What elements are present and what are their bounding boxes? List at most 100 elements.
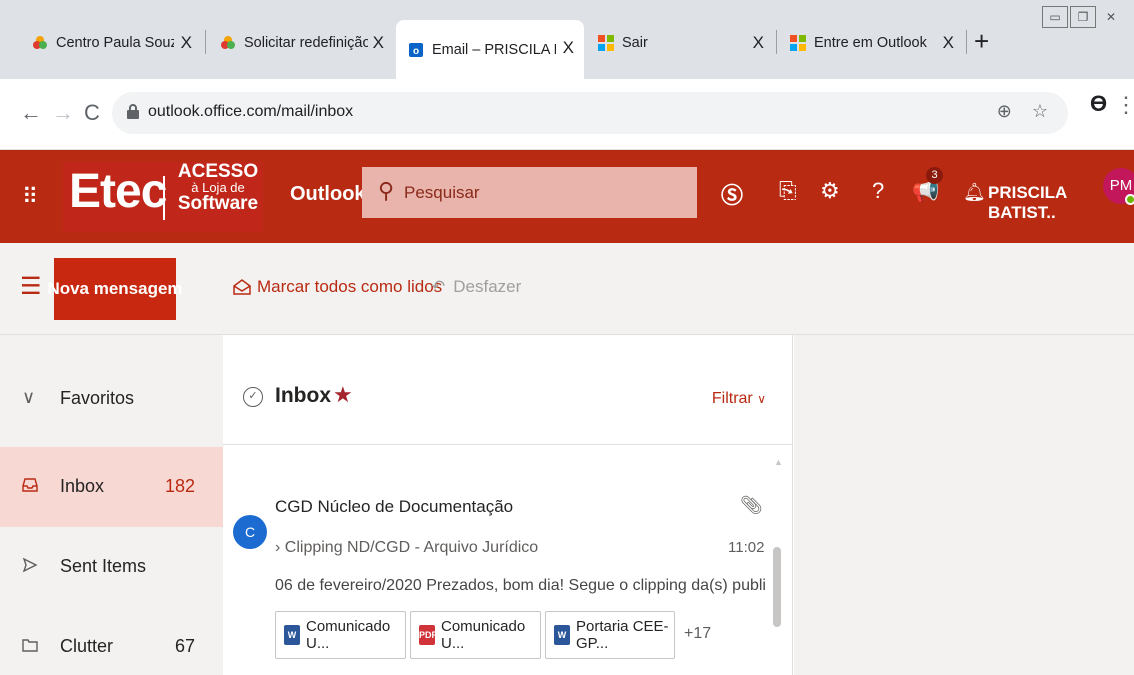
scrollbar-thumb[interactable] xyxy=(773,547,781,627)
address-bar[interactable]: outlook.office.com/mail/inbox ⊕ ☆ xyxy=(112,92,1068,134)
svg-text:o: o xyxy=(413,46,419,57)
attachment-paperclip-icon: 📎︎ xyxy=(740,495,763,515)
reading-pane xyxy=(794,335,1134,675)
cps-icon xyxy=(221,36,235,49)
browser-tab-sair[interactable]: Sair X xyxy=(586,20,774,66)
feed-icon[interactable]: ⎘ xyxy=(779,178,797,204)
scroll-up-icon[interactable]: ▲ xyxy=(774,457,783,467)
message-list-header: ✓ Inbox ★ Filtrar ∨ xyxy=(223,335,792,445)
settings-gear-icon[interactable]: ⚙ xyxy=(820,178,840,204)
forward-button[interactable]: → xyxy=(52,100,74,126)
notification-badge: 3 xyxy=(926,167,943,184)
word-file-icon: W xyxy=(554,625,570,645)
app-launcher-icon[interactable]: ⠿ xyxy=(22,184,38,210)
expand-thread-icon[interactable]: › xyxy=(275,539,280,556)
tab-title: Solicitar redefinição de s xyxy=(244,35,368,51)
close-window-icon[interactable]: ✕ xyxy=(1098,6,1124,28)
app-name[interactable]: Outlook xyxy=(290,183,366,206)
attachment-chip[interactable]: W Portaria CEE-GP... xyxy=(545,611,675,659)
software-store-banner[interactable]: ACESSO à Loja de Software xyxy=(173,162,263,213)
cps-icon xyxy=(33,36,47,49)
chevron-down-icon: ∨ xyxy=(757,392,766,406)
select-all-checkbox[interactable]: ✓ xyxy=(243,387,263,407)
microsoft-icon xyxy=(598,35,614,51)
search-icon: ⚲ xyxy=(378,178,395,203)
browser-tab-entre-em-outlook[interactable]: Entre em Outlook X xyxy=(778,20,964,66)
tab-title: Centro Paula Souza & M xyxy=(56,35,174,51)
chevron-down-icon[interactable]: ∨ xyxy=(22,387,35,408)
tab-title: Entre em Outlook xyxy=(814,35,927,51)
word-file-icon: W xyxy=(284,625,300,645)
pdf-file-icon: PDF xyxy=(419,625,437,645)
banner-line1: ACESSO xyxy=(177,161,259,182)
presence-indicator xyxy=(1125,194,1134,205)
mark-all-read-button[interactable]: Marcar todos como lidos xyxy=(233,277,442,297)
lock-icon xyxy=(127,104,139,119)
restore-icon[interactable]: ❐ xyxy=(1070,6,1096,28)
tab-divider xyxy=(205,30,206,54)
attachment-name: Comunicado U... xyxy=(306,618,391,652)
new-message-button[interactable]: Nova mensagem xyxy=(47,258,183,320)
sidebar-item-sent[interactable]: Sent Items xyxy=(0,527,223,607)
bell-icon[interactable]: 🔔︎ xyxy=(963,182,986,203)
close-tab-icon[interactable]: X xyxy=(181,33,192,53)
search-input[interactable]: Pesquisar xyxy=(404,183,480,203)
logo-divider xyxy=(163,176,165,220)
back-button[interactable]: ← xyxy=(20,100,42,126)
inbox-icon xyxy=(22,478,38,492)
undo-icon: ↶ xyxy=(431,277,446,296)
folder-icon xyxy=(22,639,38,652)
etec-logo[interactable]: Etec ACESSO à Loja de Software xyxy=(63,162,263,232)
attachment-chip[interactable]: W Comunicado U... xyxy=(275,611,406,659)
help-icon[interactable]: ? xyxy=(872,178,884,204)
attachment-chip[interactable]: PDF Comunicado U... xyxy=(410,611,541,659)
favorite-star-icon[interactable]: ★ xyxy=(333,382,353,408)
message-item[interactable]: C CGD Núcleo de Documentação 📎︎ › Clippi… xyxy=(223,467,768,675)
reload-button[interactable]: C xyxy=(84,100,100,126)
folder-label: Sent Items xyxy=(60,556,147,576)
tab-divider xyxy=(776,30,777,54)
folder-label: Clutter xyxy=(60,636,114,656)
sidebar-item-clutter[interactable]: Clutter 67 xyxy=(0,607,223,675)
favorites-label: Favoritos xyxy=(60,388,135,408)
favorites-header[interactable]: ∨ Favoritos xyxy=(0,359,223,439)
tab-title: Sair xyxy=(622,35,648,51)
close-tab-icon[interactable]: X xyxy=(943,33,954,53)
menu-kebab-icon[interactable]: ⋮ xyxy=(1115,92,1134,118)
minimize-icon[interactable]: ▭ xyxy=(1042,6,1068,28)
skype-icon[interactable]: Ⓢ xyxy=(721,178,743,210)
message-subject: › Clipping ND/CGD - Arquivo Jurídico xyxy=(275,539,538,557)
search-box[interactable]: ⚲ Pesquisar xyxy=(362,167,697,218)
undo-button[interactable]: ↶ Desfazer xyxy=(431,277,521,297)
browser-tab-email-active[interactable]: o Email – PRISCILA BATIST X xyxy=(396,20,584,79)
folder-pane: ∨ Favoritos Inbox 182 Sent Items Clutter… xyxy=(0,335,223,675)
unread-count: 67 xyxy=(174,636,195,656)
new-tab-button[interactable]: + xyxy=(974,26,989,57)
sidebar-item-inbox[interactable]: Inbox 182 xyxy=(0,447,223,527)
banner-line3: Software xyxy=(177,193,259,214)
sender-avatar: C xyxy=(233,515,267,549)
send-icon xyxy=(22,557,38,573)
close-tab-icon[interactable]: X xyxy=(753,33,764,53)
message-preview: 06 de fevereiro/2020 Prezados, bom dia! … xyxy=(275,577,765,594)
close-tab-icon[interactable]: X xyxy=(373,33,384,53)
attachment-name: Portaria CEE-GP... xyxy=(576,618,669,652)
add-icon[interactable]: ⊕ xyxy=(997,101,1012,122)
filter-label: Filtrar xyxy=(711,390,753,407)
hamburger-menu-icon[interactable]: ☰ xyxy=(20,272,42,301)
command-bar: ☰ Nova mensagem Marcar todos como lidos … xyxy=(0,243,1134,335)
tab-divider xyxy=(966,30,967,54)
microsoft-icon xyxy=(790,35,806,51)
browser-tab-centro-paula-souza[interactable]: Centro Paula Souza & M X xyxy=(20,20,202,66)
more-attachments[interactable]: +17 xyxy=(684,625,711,643)
folder-label: Inbox xyxy=(60,476,105,496)
filter-button[interactable]: Filtrar ∨ xyxy=(712,390,766,408)
browser-tab-solicitar[interactable]: Solicitar redefinição de s X xyxy=(208,20,394,66)
folder-title: Inbox xyxy=(275,384,331,407)
close-tab-icon[interactable]: X xyxy=(563,38,574,58)
url-text[interactable]: outlook.office.com/mail/inbox xyxy=(148,103,353,121)
window-controls: ▭ ❐ ✕ xyxy=(1042,6,1126,28)
address-bar-actions: ⊕ ☆ xyxy=(997,101,1048,122)
bookmark-star-icon[interactable]: ☆ xyxy=(1032,101,1048,122)
profile-icon[interactable]: ϴ xyxy=(1090,91,1107,117)
